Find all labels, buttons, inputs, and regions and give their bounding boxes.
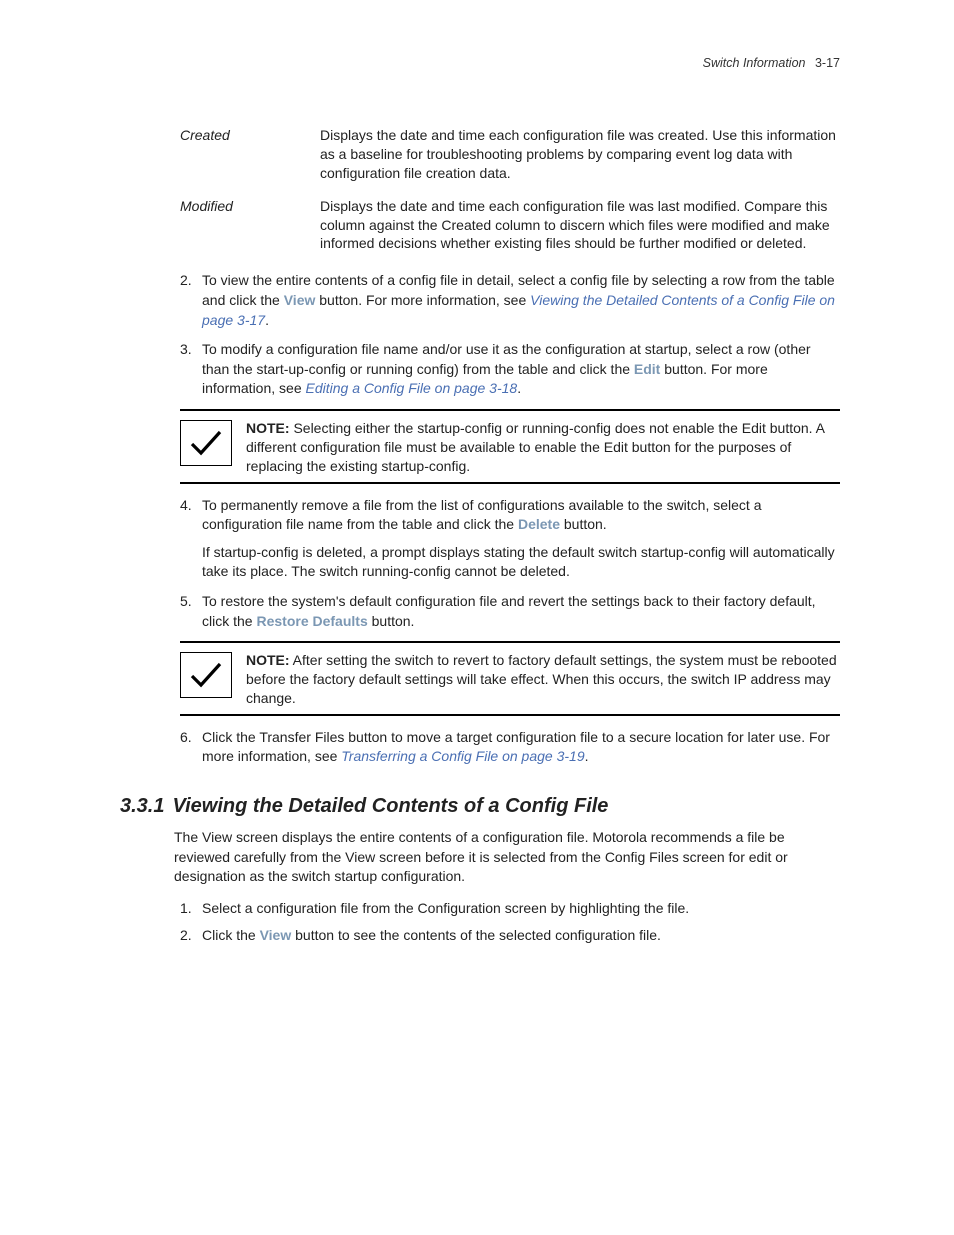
note-label: NOTE: bbox=[246, 420, 290, 436]
step-5: To restore the system's default configur… bbox=[180, 592, 840, 631]
step-4: To permanently remove a file from the li… bbox=[180, 496, 840, 582]
definition-term: Created bbox=[180, 126, 320, 183]
section-heading: 3.3.1Viewing the Detailed Contents of a … bbox=[120, 795, 840, 818]
numbered-steps: To permanently remove a file from the li… bbox=[180, 496, 840, 632]
numbered-steps: Click the Transfer Files button to move … bbox=[180, 728, 840, 767]
note-text: NOTE: After setting the switch to revert… bbox=[246, 649, 840, 708]
definition-table: Created Displays the date and time each … bbox=[180, 126, 840, 253]
restore-defaults-button-word: Restore Defaults bbox=[256, 613, 367, 629]
note-label: NOTE: bbox=[246, 652, 290, 668]
running-header: Switch Information 3-17 bbox=[120, 56, 840, 70]
step-text: Click the bbox=[202, 927, 260, 943]
step-text: . bbox=[517, 380, 521, 396]
step-text: . bbox=[265, 312, 269, 328]
running-header-page: 3-17 bbox=[809, 56, 840, 70]
page: Switch Information 3-17 Created Displays… bbox=[0, 0, 954, 1235]
view-button-word: View bbox=[260, 927, 292, 943]
running-header-title: Switch Information bbox=[703, 56, 806, 70]
sub-step-2: Click the View button to see the content… bbox=[180, 926, 840, 946]
note-body: After setting the switch to revert to fa… bbox=[246, 652, 837, 706]
step-text: . bbox=[585, 748, 589, 764]
step-text: button. bbox=[560, 516, 607, 532]
definition-body: Displays the date and time each configur… bbox=[320, 197, 840, 254]
step-follow-text: If startup-config is deleted, a prompt d… bbox=[202, 543, 840, 582]
step-6: Click the Transfer Files button to move … bbox=[180, 728, 840, 767]
cross-ref-link[interactable]: Editing a Config File on page 3-18 bbox=[306, 380, 518, 396]
note-body: Selecting either the startup-config or r… bbox=[246, 420, 824, 474]
step-text: button. bbox=[368, 613, 415, 629]
sub-steps: Select a configuration file from the Con… bbox=[180, 899, 840, 946]
delete-button-word: Delete bbox=[518, 516, 560, 532]
sub-step-1: Select a configuration file from the Con… bbox=[180, 899, 840, 919]
note-block: NOTE: After setting the switch to revert… bbox=[180, 641, 840, 716]
definition-row: Modified Displays the date and time each… bbox=[180, 197, 840, 254]
checkmark-icon bbox=[180, 652, 232, 698]
step-text: button to see the contents of the select… bbox=[291, 927, 661, 943]
section-title: Viewing the Detailed Contents of a Confi… bbox=[172, 795, 608, 817]
cross-ref-link[interactable]: Transferring a Config File on page 3-19 bbox=[341, 748, 584, 764]
checkmark-icon bbox=[180, 420, 232, 466]
numbered-steps: To view the entire contents of a config … bbox=[180, 271, 840, 399]
step-3: To modify a configuration file name and/… bbox=[180, 340, 840, 399]
step-text: To permanently remove a file from the li… bbox=[202, 497, 762, 533]
section-number: 3.3.1 bbox=[120, 795, 172, 817]
definition-term: Modified bbox=[180, 197, 320, 254]
section-intro: The View screen displays the entire cont… bbox=[174, 828, 840, 887]
step-2: To view the entire contents of a config … bbox=[180, 271, 840, 330]
view-button-word: View bbox=[284, 292, 316, 308]
definition-body: Displays the date and time each configur… bbox=[320, 126, 840, 183]
definition-row: Created Displays the date and time each … bbox=[180, 126, 840, 183]
edit-button-word: Edit bbox=[634, 361, 660, 377]
step-text: button. For more information, see bbox=[315, 292, 530, 308]
note-text: NOTE: Selecting either the startup-confi… bbox=[246, 417, 840, 476]
note-block: NOTE: Selecting either the startup-confi… bbox=[180, 409, 840, 484]
